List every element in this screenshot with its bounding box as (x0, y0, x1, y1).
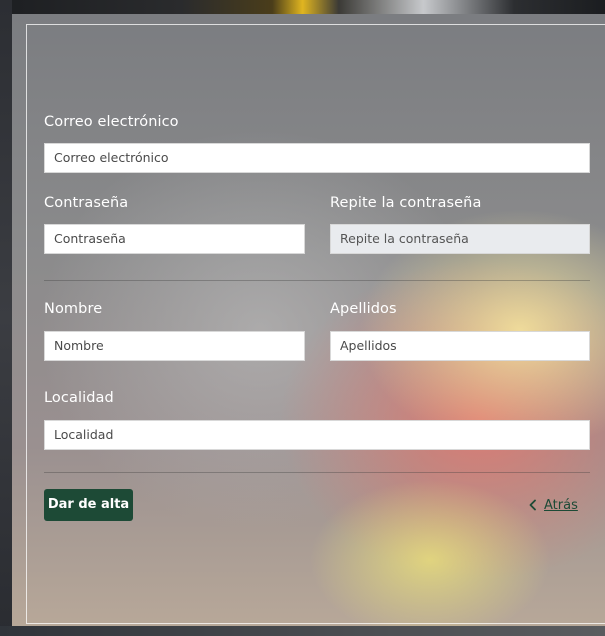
last-name-field[interactable]: Apellidos (330, 331, 590, 361)
email-label: Correo electrónico (44, 114, 179, 130)
password-repeat-label: Repite la contraseña (330, 195, 482, 211)
background-left-strip (0, 0, 12, 636)
submit-button[interactable]: Dar de alta (44, 489, 133, 521)
background-top-strip (0, 0, 605, 14)
first-name-label: Nombre (44, 301, 103, 317)
actions-divider (44, 472, 590, 473)
locality-field[interactable]: Localidad (44, 420, 590, 450)
password-label: Contraseña (44, 195, 129, 211)
password-field[interactable]: Contraseña (44, 224, 305, 254)
section-divider (44, 280, 590, 281)
locality-label: Localidad (44, 390, 114, 406)
back-link-label: Atrás (544, 497, 578, 513)
last-name-label: Apellidos (330, 301, 397, 317)
email-field[interactable]: Correo electrónico (44, 143, 590, 173)
first-name-field[interactable]: Nombre (44, 331, 305, 361)
back-link[interactable]: Atrás (528, 496, 578, 514)
chevron-left-icon (528, 499, 538, 511)
password-repeat-field[interactable]: Repite la contraseña (330, 224, 590, 254)
background-bottom-strip (0, 626, 605, 636)
